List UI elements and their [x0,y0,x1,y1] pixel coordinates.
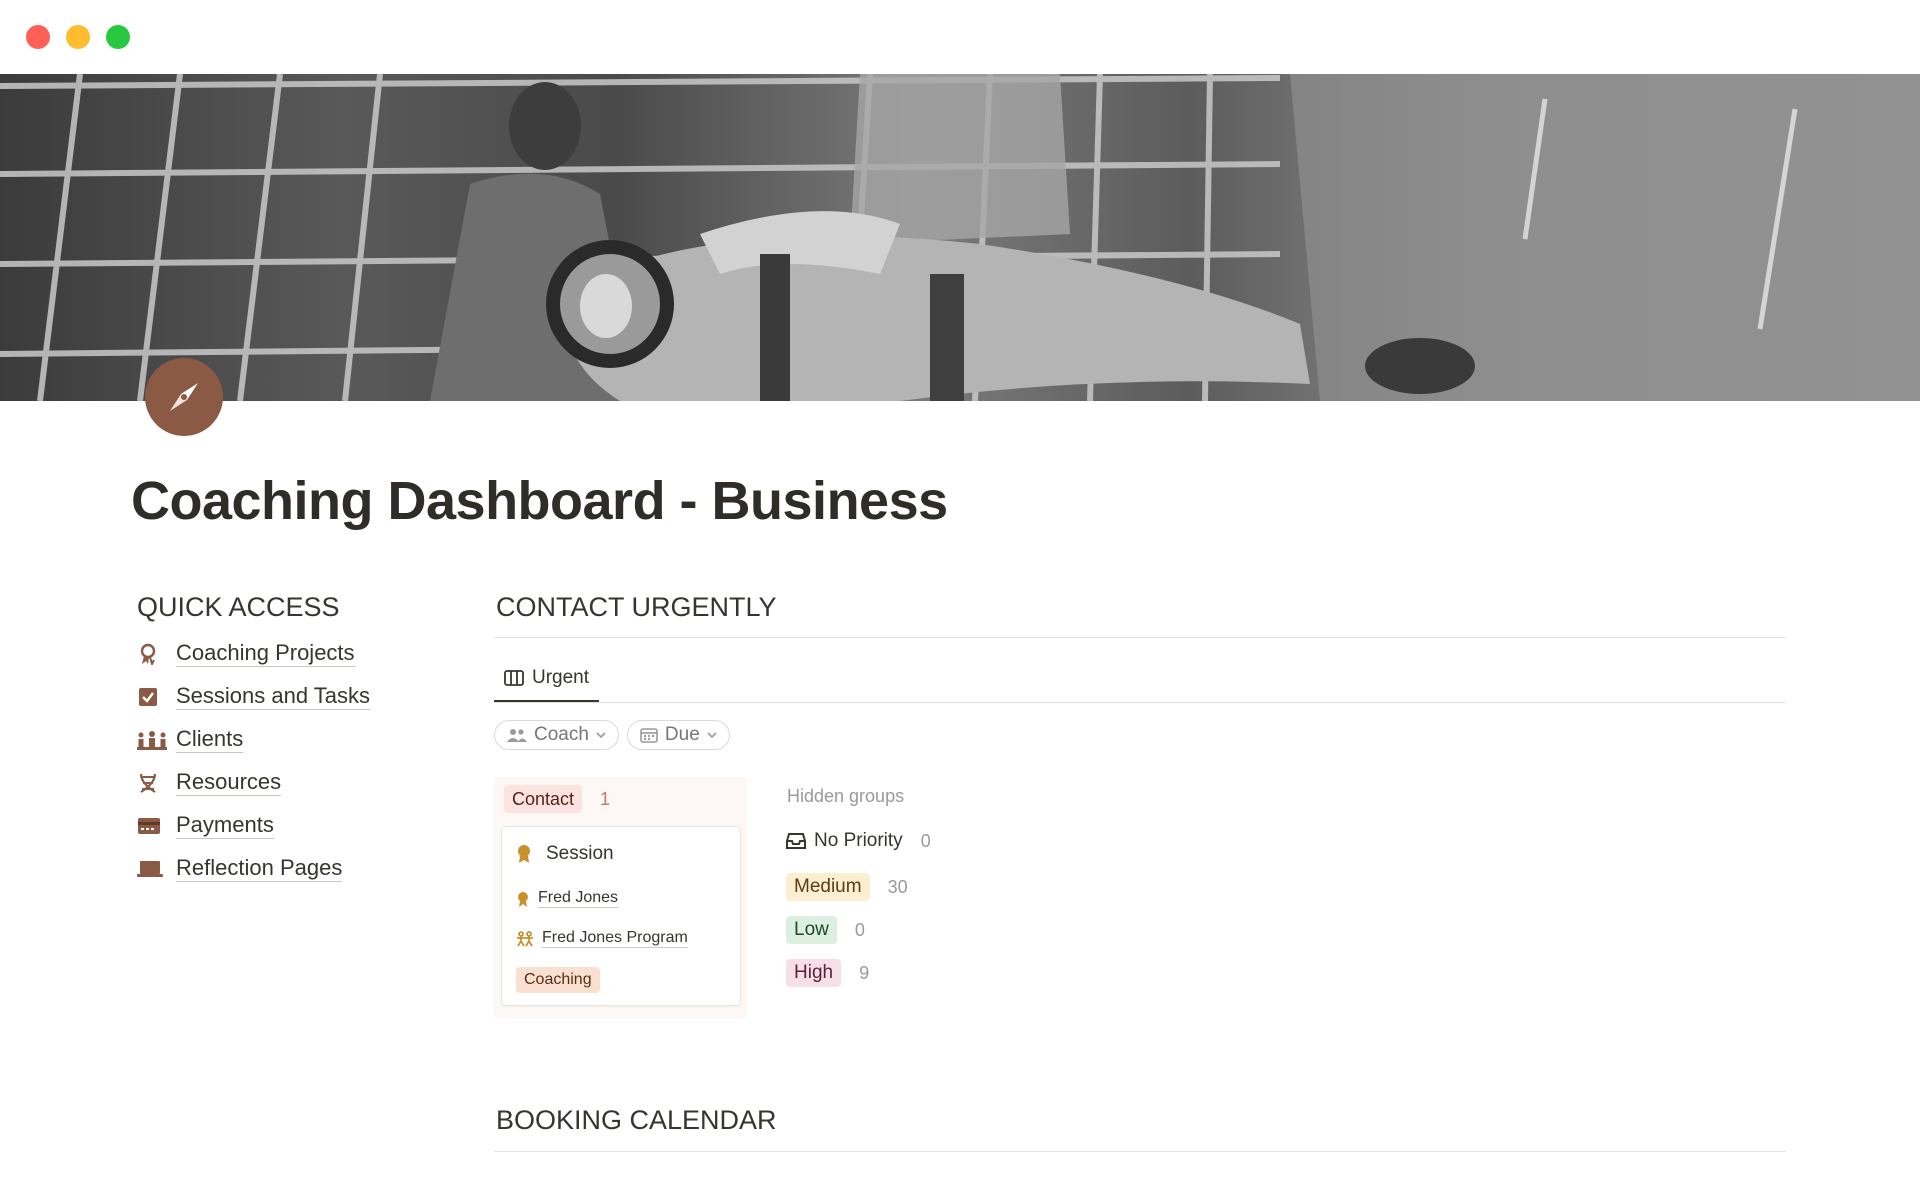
board-view-icon [504,670,524,686]
card-program-link[interactable]: Fred Jones Program [542,929,688,948]
filter-label: Due [664,724,700,745]
page-cover-image[interactable] [0,74,1920,401]
quick-link-sessions-and-tasks[interactable]: Sessions and Tasks [137,675,371,718]
tab-divider [494,702,1786,703]
inbox-icon [786,833,806,849]
quick-link-payments[interactable]: Payments [137,804,370,847]
group-header-contact[interactable]: Contact 1 [504,785,610,813]
program-icon [517,930,533,946]
quick-access-list: Coaching Projects Sessions and Tasks Cli… [137,632,371,890]
hidden-group-high[interactable]: High 9 [786,959,869,987]
board-column-contact: Contact 1 Session Fred Jones Fred Jones … [494,777,747,1019]
hidden-group-count: 0 [920,830,931,851]
quick-link-label: Coaching Projects [176,640,355,667]
status-badge-contact: Contact [504,785,583,813]
quick-link-reflection-pages[interactable]: Reflection Pages [137,847,370,890]
view-tab-label: Urgent [532,667,590,688]
quick-access-heading: QUICK ACCESS [137,592,340,622]
tag-coaching: Coaching [516,967,600,993]
filter-label: Coach [534,724,589,745]
section-divider [494,1151,1786,1152]
card-title: Session [546,843,614,864]
priority-badge-high: High [786,959,842,987]
card-icon [137,815,167,837]
hidden-groups-label: Hidden groups [787,786,905,806]
quick-link-label: Resources [176,769,282,796]
window-titlebar [0,0,1920,74]
maximize-window-button[interactable] [106,25,130,49]
priority-badge-low: Low [786,916,837,944]
page-title[interactable]: Coaching Dashboard - Business [131,470,948,532]
hidden-group-label: No Priority [814,830,903,851]
chevron-down-icon [707,732,717,739]
filter-bar: Coach Due [494,720,730,750]
filter-due[interactable]: Due [626,720,730,750]
quick-link-resources[interactable]: Resources [137,761,370,804]
quick-link-label: Payments [176,812,274,839]
card-person-row[interactable]: Fred Jones [516,889,619,908]
hidden-group-count: 9 [859,962,870,983]
quick-link-label: Sessions and Tasks [176,683,371,710]
quick-link-coaching-projects[interactable]: Coaching Projects [137,632,370,675]
group-count: 1 [600,788,611,809]
close-window-button[interactable] [26,25,50,49]
people-icon [507,729,527,742]
booking-calendar-heading: BOOKING CALENDAR [496,1105,777,1135]
contact-urgently-heading: CONTACT URGENTLY [496,592,777,622]
checkbox-icon [137,686,167,708]
card-title-row: Session [516,843,614,865]
card-person-link[interactable]: Fred Jones [538,889,619,908]
minimize-window-button[interactable] [66,25,90,49]
page-icon-compass[interactable] [145,358,223,436]
quick-link-label: Clients [176,726,244,753]
laptop-icon [137,858,167,880]
filter-coach[interactable]: Coach [494,720,619,750]
hidden-group-count: 0 [854,919,865,940]
person-icon [518,891,528,907]
view-tab-urgent[interactable]: Urgent [494,656,600,702]
chevron-down-icon [596,732,606,739]
quick-link-label: Reflection Pages [176,855,343,882]
group-icon [137,729,167,751]
calendar-icon [640,728,658,743]
cover-photo-graphic [0,74,1920,401]
hidden-group-count: 30 [887,876,908,897]
quick-link-clients[interactable]: Clients [137,718,370,761]
dna-icon [137,772,167,794]
hidden-group-low[interactable]: Low 0 [786,916,865,944]
card-program-row[interactable]: Fred Jones Program [516,929,688,948]
hidden-group-medium[interactable]: Medium 30 [786,873,908,901]
award-icon [137,643,167,665]
board-card-session[interactable]: Session Fred Jones Fred Jones Program Co… [501,826,741,1006]
section-divider [494,637,1786,638]
hidden-group-no-priority[interactable]: No Priority 0 [786,830,931,852]
session-icon [518,845,530,863]
compass-icon [170,383,198,411]
priority-badge-medium: Medium [786,873,870,901]
